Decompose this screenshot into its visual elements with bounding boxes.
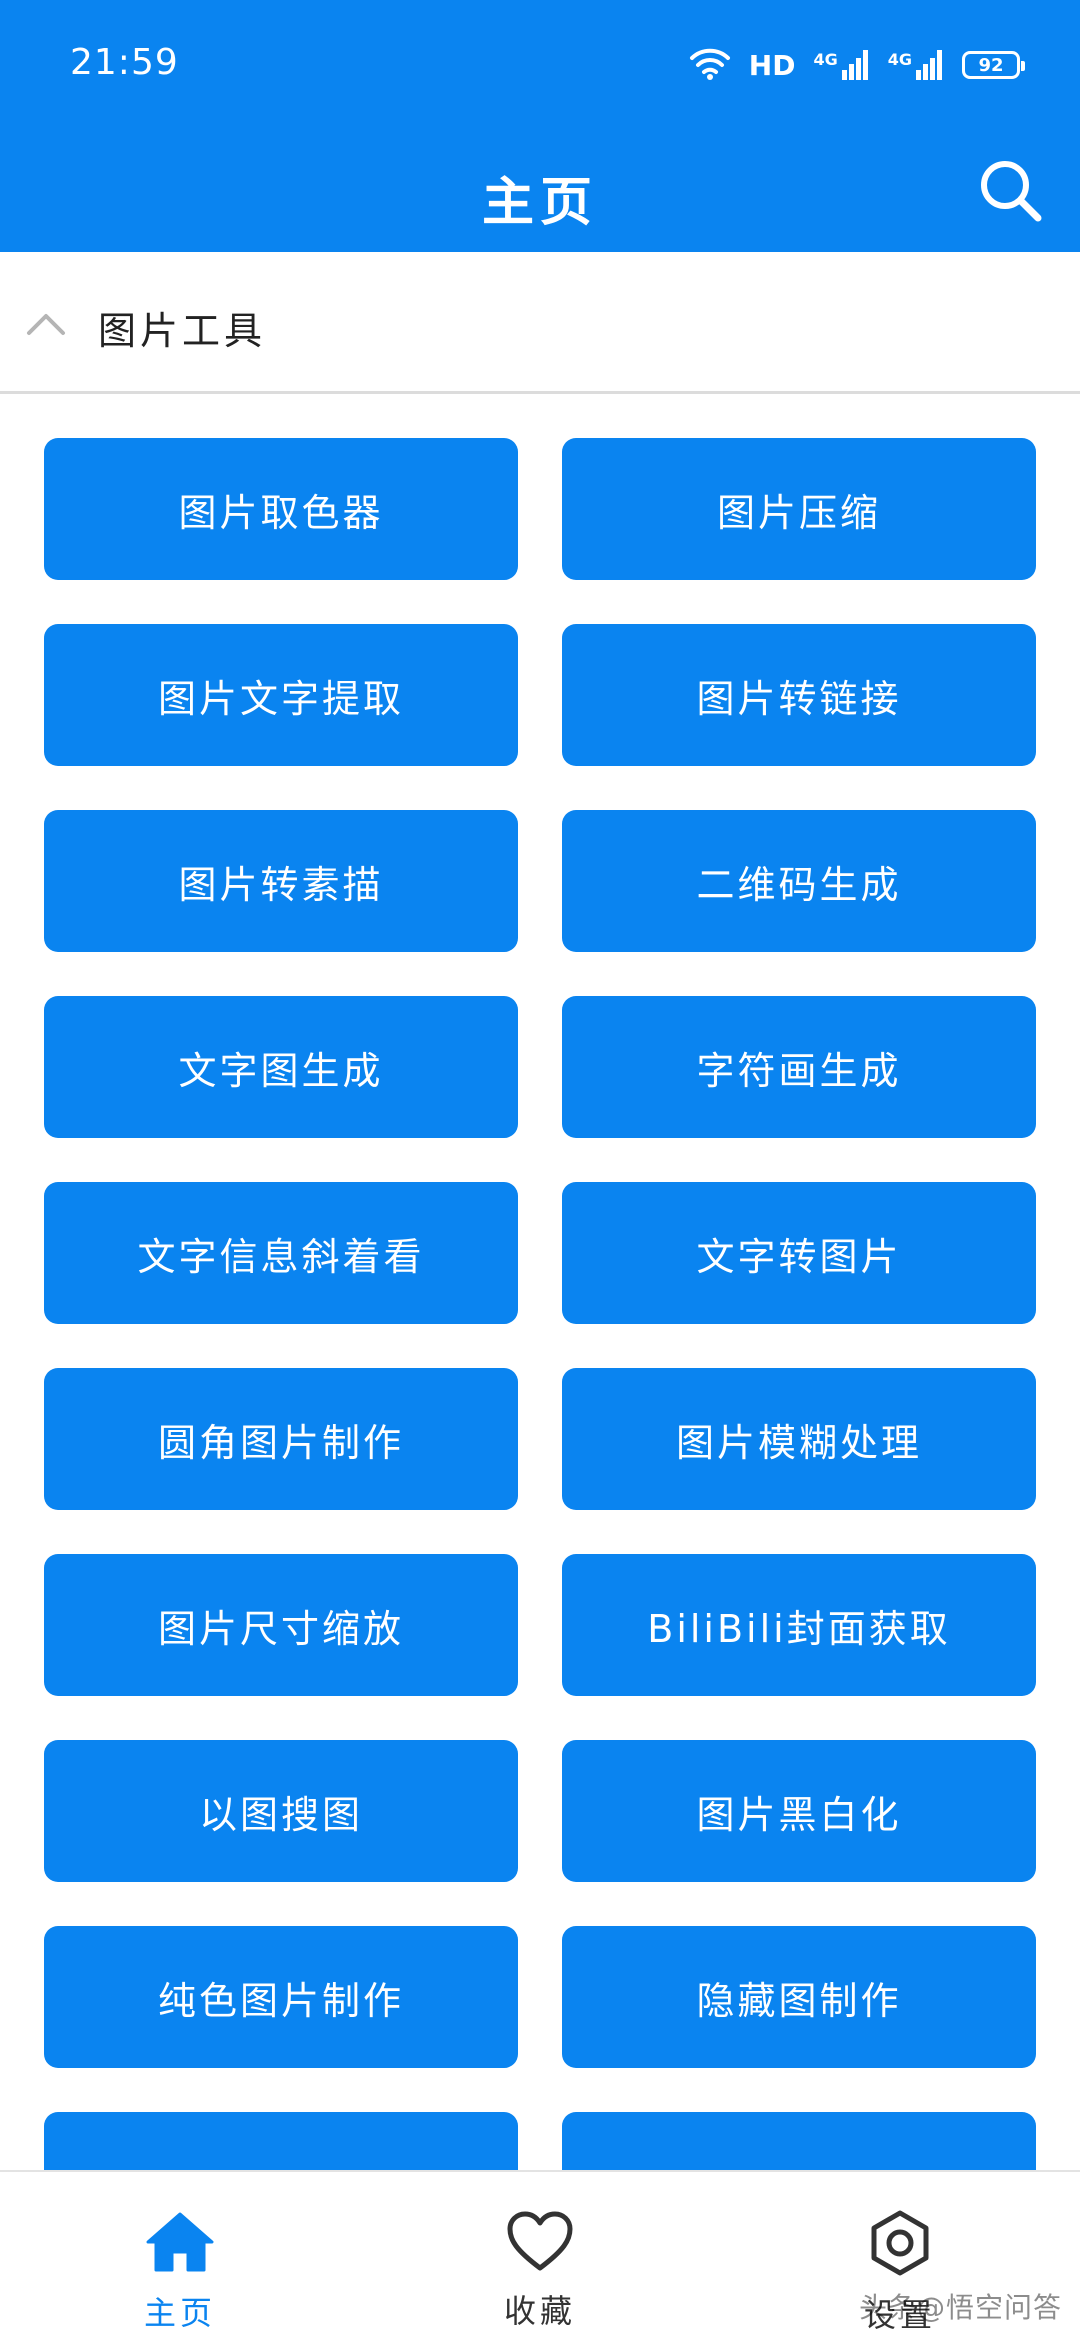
collapse-toggle[interactable] <box>18 296 74 352</box>
tool-button[interactable]: 文字转图片 <box>562 1182 1036 1324</box>
page-title: 主页 <box>481 173 598 233</box>
tool-button[interactable]: 字符画生成 <box>562 996 1036 1138</box>
tool-button[interactable]: 图片尺寸缩放 <box>44 1554 518 1696</box>
network-indicator-1: 4G <box>813 50 869 80</box>
section-header[interactable]: 图片工具 <box>0 252 1080 394</box>
chevron-up-icon <box>27 314 65 335</box>
network-label-2: 4G <box>887 50 912 69</box>
network-indicator-2: 4G <box>888 50 944 80</box>
tool-button[interactable]: 以图搜图 <box>44 1740 518 1882</box>
tool-grid: 图片取色器 图片压缩 图片文字提取 图片转链接 图片转素描 二维码生成 文字图生… <box>44 438 1036 2254</box>
tool-button[interactable]: 图片模糊处理 <box>562 1368 1036 1510</box>
tool-button[interactable]: 文字图生成 <box>44 996 518 1138</box>
signal-icon <box>841 50 868 80</box>
nav-item-home[interactable]: 主页 <box>0 2172 360 2340</box>
app-bar: 主页 <box>0 120 1080 252</box>
tool-button[interactable]: 图片文字提取 <box>44 624 518 766</box>
wifi-icon <box>689 46 731 84</box>
nav-label-favorites: 收藏 <box>503 2292 576 2330</box>
status-time: 21:59 <box>70 42 179 83</box>
app-screen: 21:59 HD 4G 4G 92 主页 图片工具 图片取色器 图片压缩 图片文… <box>0 0 1080 2340</box>
tool-button[interactable]: 图片转素描 <box>44 810 518 952</box>
home-icon <box>146 2212 214 2272</box>
tool-button[interactable]: 图片黑白化 <box>562 1740 1036 1882</box>
signal-icon <box>916 50 942 80</box>
tool-button[interactable]: BiliBili封面获取 <box>562 1554 1036 1696</box>
battery-level: 92 <box>978 54 1004 76</box>
tool-button[interactable]: 纯色图片制作 <box>44 1926 518 2068</box>
search-icon <box>981 161 1042 222</box>
tool-button[interactable]: 圆角图片制作 <box>44 1368 518 1510</box>
tool-button[interactable]: 二维码生成 <box>562 810 1036 952</box>
settings-icon <box>871 2210 929 2276</box>
section-title: 图片工具 <box>98 309 267 353</box>
tool-button[interactable]: 图片压缩 <box>562 438 1036 580</box>
tool-button[interactable]: 图片转链接 <box>562 624 1036 766</box>
tool-button[interactable]: 文字信息斜着看 <box>44 1182 518 1324</box>
bottom-nav: 主页 收藏 设置 头条@悟空问答 <box>0 2170 1080 2340</box>
nav-item-favorites[interactable]: 收藏 <box>360 2172 720 2340</box>
header: 21:59 HD 4G 4G 92 主页 <box>0 0 1080 252</box>
tool-button[interactable]: 图片取色器 <box>44 438 518 580</box>
status-icons: HD 4G 4G 92 <box>689 44 1025 86</box>
network-label-1: 4G <box>813 50 838 69</box>
hd-label: HD <box>748 48 796 82</box>
search-button[interactable] <box>962 142 1058 238</box>
battery-icon: 92 <box>962 51 1025 79</box>
heart-icon <box>507 2211 573 2271</box>
watermark: 头条@悟空问答 <box>858 2291 1062 2324</box>
status-bar: 21:59 HD 4G 4G 92 <box>0 0 1080 120</box>
nav-label-home: 主页 <box>143 2294 216 2332</box>
tool-button[interactable]: 隐藏图制作 <box>562 1926 1036 2068</box>
